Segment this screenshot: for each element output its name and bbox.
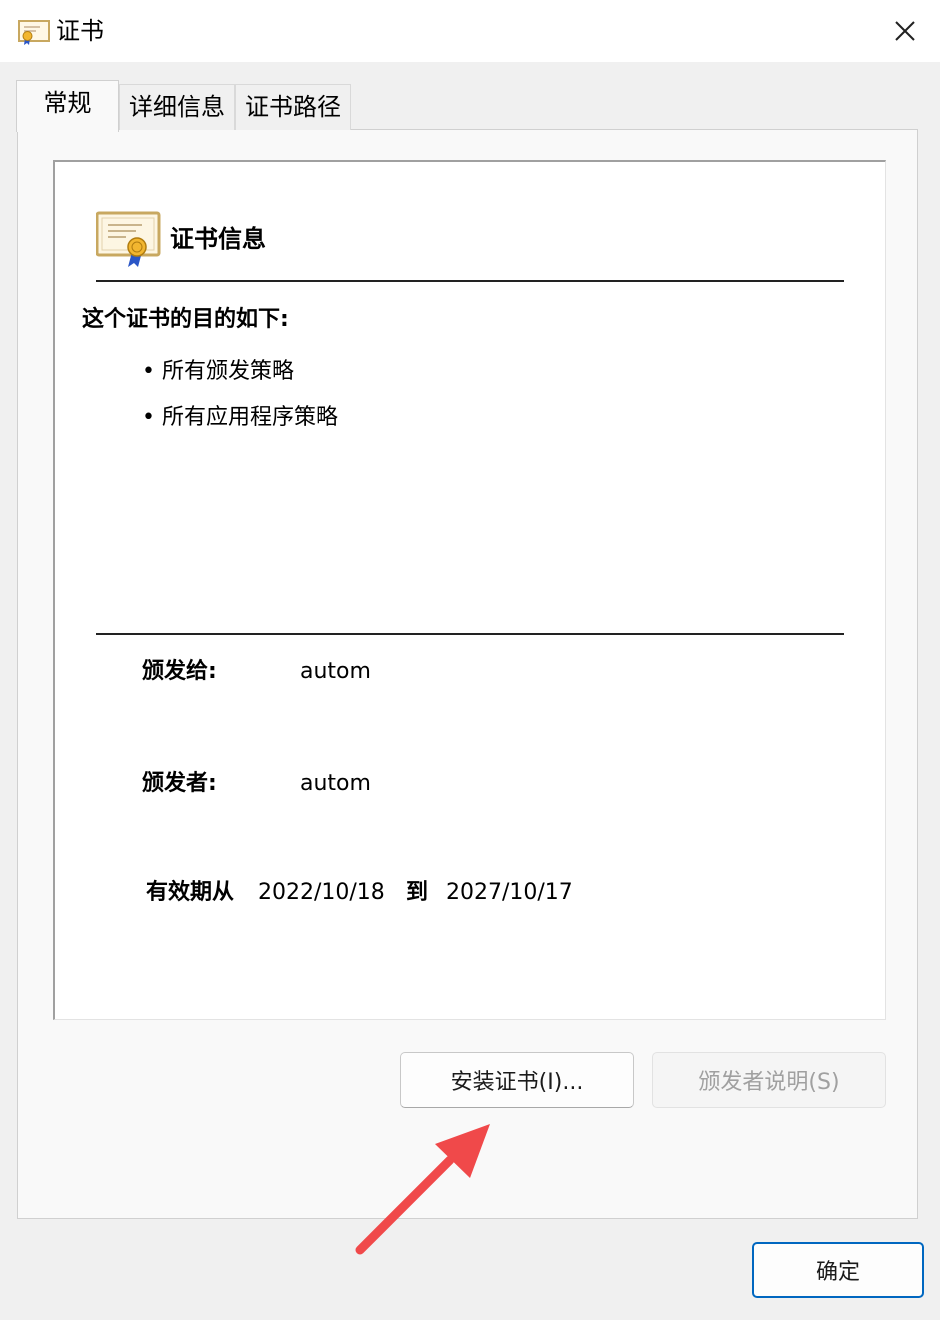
valid-to-date: 2027/10/17 <box>446 880 573 905</box>
install-certificate-button[interactable]: 安装证书(I)... <box>400 1052 634 1108</box>
certificate-icon <box>18 20 50 45</box>
certificate-icon <box>96 211 161 267</box>
annotation-arrow-icon <box>355 1124 490 1255</box>
tab-details[interactable]: 详细信息 <box>119 84 235 130</box>
issued-by-value: autom <box>300 771 371 796</box>
issued-to-label: 颁发给: <box>142 659 217 684</box>
close-button[interactable] <box>870 0 940 62</box>
issued-to-value: autom <box>300 659 371 684</box>
purpose-item: • 所有应用程序策略 <box>142 405 338 430</box>
issued-by-label: 颁发者: <box>142 771 217 796</box>
valid-to-label: 到 <box>406 880 429 905</box>
tab-certification-path[interactable]: 证书路径 <box>235 84 351 130</box>
purpose-heading: 这个证书的目的如下: <box>82 307 289 332</box>
valid-from-label: 有效期从 <box>146 880 235 905</box>
window-title: 证书 <box>56 17 104 45</box>
divider <box>96 280 844 282</box>
certificate-info-title: 证书信息 <box>170 225 266 253</box>
divider <box>96 633 844 635</box>
tab-general[interactable]: 常规 <box>16 80 119 132</box>
purpose-item: • 所有颁发策略 <box>142 359 294 384</box>
title-bar: 证书 <box>0 0 940 62</box>
ok-button[interactable]: 确定 <box>752 1242 924 1298</box>
valid-from-date: 2022/10/18 <box>258 880 385 905</box>
close-icon <box>895 21 915 41</box>
issuer-statement-button[interactable]: 颁发者说明(S) <box>652 1052 886 1108</box>
